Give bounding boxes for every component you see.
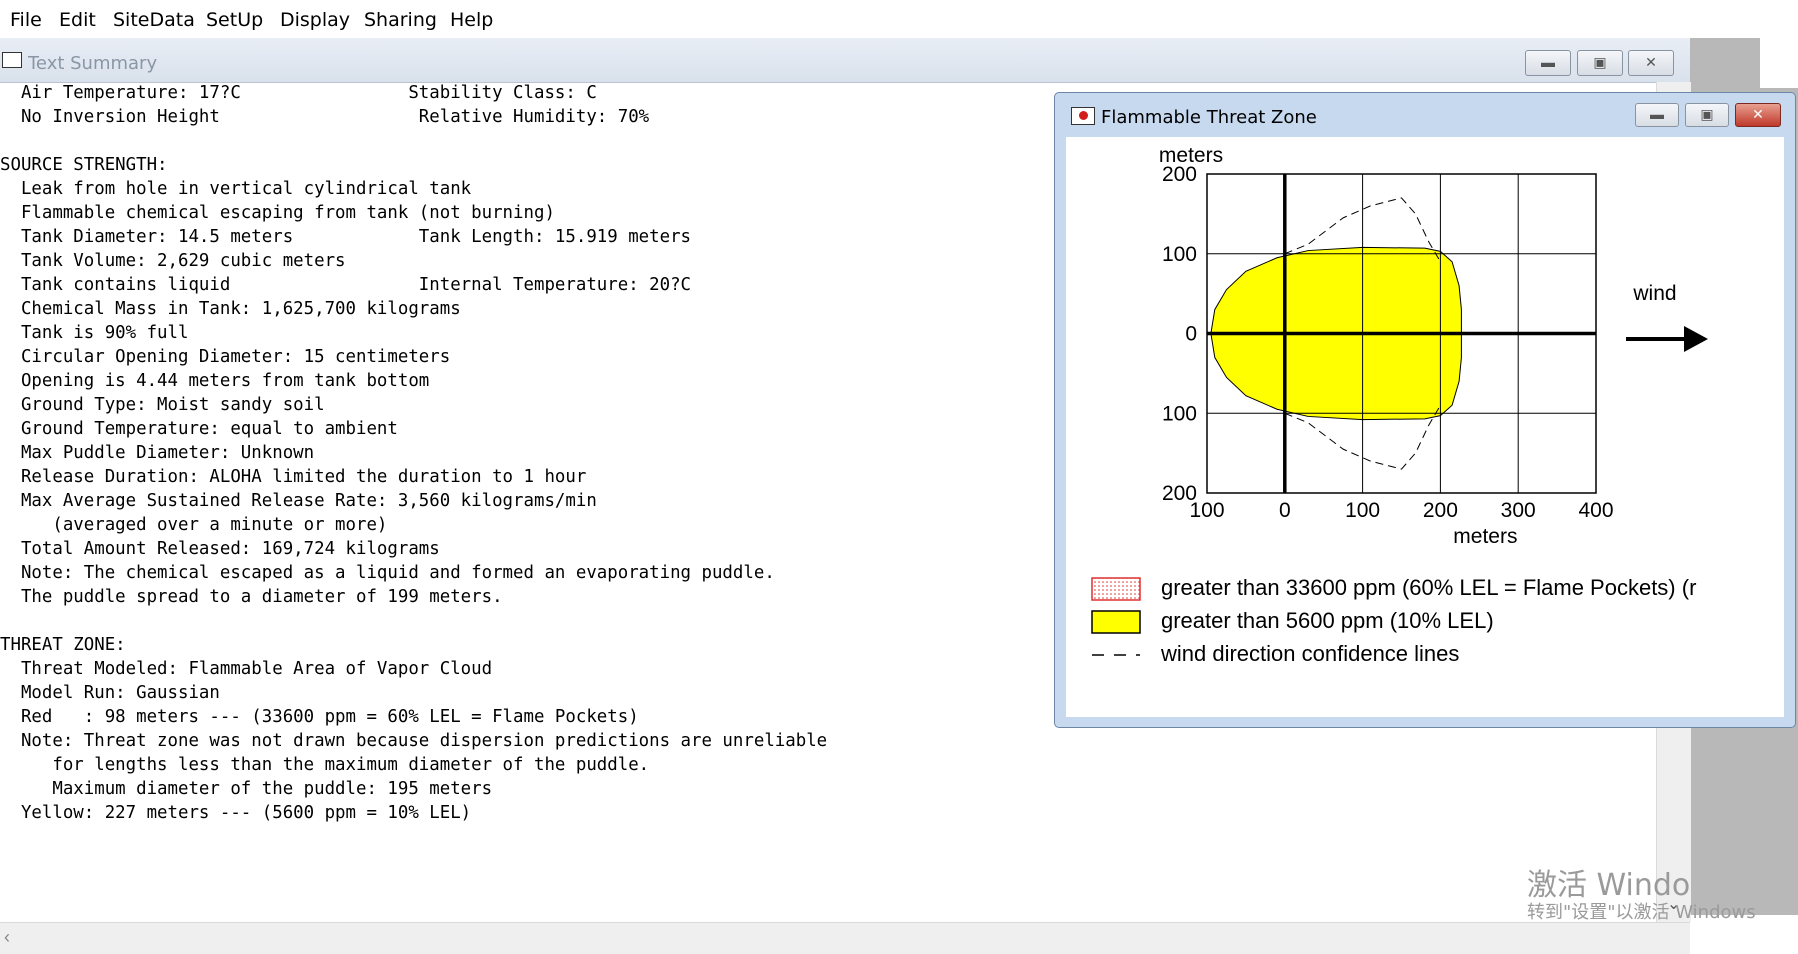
summary-line: Tank Diameter: 14.5 meters Tank Length: … bbox=[0, 227, 692, 247]
wind-label: wind bbox=[1632, 282, 1676, 305]
summary-line: Ground Type: Moist sandy soil bbox=[0, 395, 325, 415]
window-icon bbox=[2, 52, 22, 68]
summary-line: Tank Volume: 2,629 cubic meters bbox=[0, 251, 346, 271]
y-axis-label: meters bbox=[1159, 144, 1223, 167]
x-axis-label: meters bbox=[1453, 525, 1517, 548]
legend-label-red: greater than 33600 ppm (60% LEL = Flame … bbox=[1161, 575, 1697, 600]
summary-line: Maximum diameter of the puddle: 195 mete… bbox=[0, 779, 493, 799]
x-tick-label: 300 bbox=[1501, 499, 1536, 522]
threat-minimize-button[interactable]: ▬ bbox=[1635, 103, 1679, 127]
summary-line: Leak from hole in vertical cylindrical t… bbox=[0, 179, 472, 199]
summary-line: Threat Modeled: Flammable Area of Vapor … bbox=[0, 659, 493, 679]
threat-close-button[interactable]: ✕ bbox=[1735, 103, 1781, 127]
menu-file[interactable]: File bbox=[10, 9, 42, 31]
summary-line: Circular Opening Diameter: 15 centimeter… bbox=[0, 347, 451, 367]
summary-line: Air Temperature: 17?C Stability Class: C bbox=[0, 83, 597, 103]
summary-line: The puddle spread to a diameter of 199 m… bbox=[0, 587, 503, 607]
summary-line: No Inversion Height Relative Humidity: 7… bbox=[0, 107, 650, 127]
y-tick-label: 0 bbox=[1185, 323, 1197, 346]
menu-sharing[interactable]: Sharing bbox=[364, 9, 437, 31]
desktop-background-top bbox=[1760, 38, 1798, 88]
summary-line: Model Run: Gaussian bbox=[0, 683, 220, 703]
y-tick-label: 100 bbox=[1162, 402, 1197, 425]
x-tick-label: 100 bbox=[1189, 499, 1224, 522]
summary-line: Flammable chemical escaping from tank (n… bbox=[0, 203, 555, 223]
summary-line: Total Amount Released: 169,724 kilograms bbox=[0, 539, 440, 559]
menu-sitedata[interactable]: SiteData bbox=[113, 9, 195, 31]
legend-label-dashed: wind direction confidence lines bbox=[1161, 641, 1460, 666]
x-tick-label: 200 bbox=[1423, 499, 1458, 522]
horizontal-scrollbar[interactable]: ‹ bbox=[0, 922, 1690, 954]
summary-line: Note: The chemical escaped as a liquid a… bbox=[0, 563, 775, 583]
aloha-app-icon bbox=[1071, 107, 1095, 125]
minimize-button[interactable]: ▬ bbox=[1525, 50, 1571, 76]
maximize-button[interactable]: ▣ bbox=[1577, 50, 1623, 76]
summary-line: Release Duration: ALOHA limited the dura… bbox=[0, 467, 587, 487]
flammable-threat-zone-window: Flammable Threat Zone ▬ ▣ ✕ 200 100 0 100 20… bbox=[1054, 92, 1796, 728]
summary-line: THREAT ZONE: bbox=[0, 635, 126, 655]
scroll-left-icon[interactable]: ‹ bbox=[4, 927, 10, 948]
summary-line: Max Puddle Diameter: Unknown bbox=[0, 443, 315, 463]
x-tick-label: 100 bbox=[1345, 499, 1380, 522]
threat-zone-plot-area: 200 100 0 100 200 100 0 100 200 300 400 meters meter… bbox=[1066, 137, 1784, 717]
menu-setup[interactable]: SetUp bbox=[206, 9, 263, 31]
summary-line: for lengths less than the maximum diamet… bbox=[0, 755, 650, 775]
threat-maximize-button[interactable]: ▣ bbox=[1685, 103, 1729, 127]
summary-line: (averaged over a minute or more) bbox=[0, 515, 388, 535]
summary-line: Tank contains liquid Internal Temperatur… bbox=[0, 275, 692, 295]
summary-line: Red : 98 meters --- (33600 ppm = 60% LEL… bbox=[0, 707, 639, 727]
menu-bar: File Edit SiteData SetUp Display Sharing… bbox=[0, 0, 1798, 38]
summary-line: Note: Threat zone was not drawn because … bbox=[0, 731, 828, 751]
x-tick-label: 0 bbox=[1279, 499, 1291, 522]
activation-watermark-sub: 转到"设置"以激活 Windows bbox=[1527, 902, 1756, 923]
summary-line: Opening is 4.44 meters from tank bottom bbox=[0, 371, 430, 391]
summary-line: Ground Temperature: equal to ambient bbox=[0, 419, 398, 439]
legend-label-yellow: greater than 5600 ppm (10% LEL) bbox=[1161, 608, 1494, 633]
close-button[interactable]: ✕ bbox=[1628, 50, 1674, 76]
text-summary-titlebar[interactable]: Text Summary ▬ ▣ ✕ bbox=[0, 38, 1690, 83]
summary-line: Max Average Sustained Release Rate: 3,56… bbox=[0, 491, 597, 511]
menu-display[interactable]: Display bbox=[280, 9, 350, 31]
summary-line: Tank is 90% full bbox=[0, 323, 189, 343]
y-tick-label: 100 bbox=[1162, 243, 1197, 266]
threat-zone-titlebar[interactable]: Flammable Threat Zone ▬ ▣ ✕ bbox=[1055, 93, 1795, 135]
wind-arrowhead-icon bbox=[1684, 326, 1708, 352]
window-title: Text Summary bbox=[28, 53, 158, 74]
summary-line: Yellow: 227 meters --- (5600 ppm = 10% L… bbox=[0, 803, 472, 823]
menu-edit[interactable]: Edit bbox=[59, 9, 96, 31]
legend-swatch-red bbox=[1091, 577, 1141, 601]
summary-line: Chemical Mass in Tank: 1,625,700 kilogra… bbox=[0, 299, 461, 319]
threat-zone-title: Flammable Threat Zone bbox=[1101, 107, 1317, 128]
menu-help[interactable]: Help bbox=[450, 9, 493, 31]
summary-line: SOURCE STRENGTH: bbox=[0, 155, 168, 175]
x-tick-label: 400 bbox=[1578, 499, 1613, 522]
legend-swatch-yellow bbox=[1091, 610, 1141, 634]
